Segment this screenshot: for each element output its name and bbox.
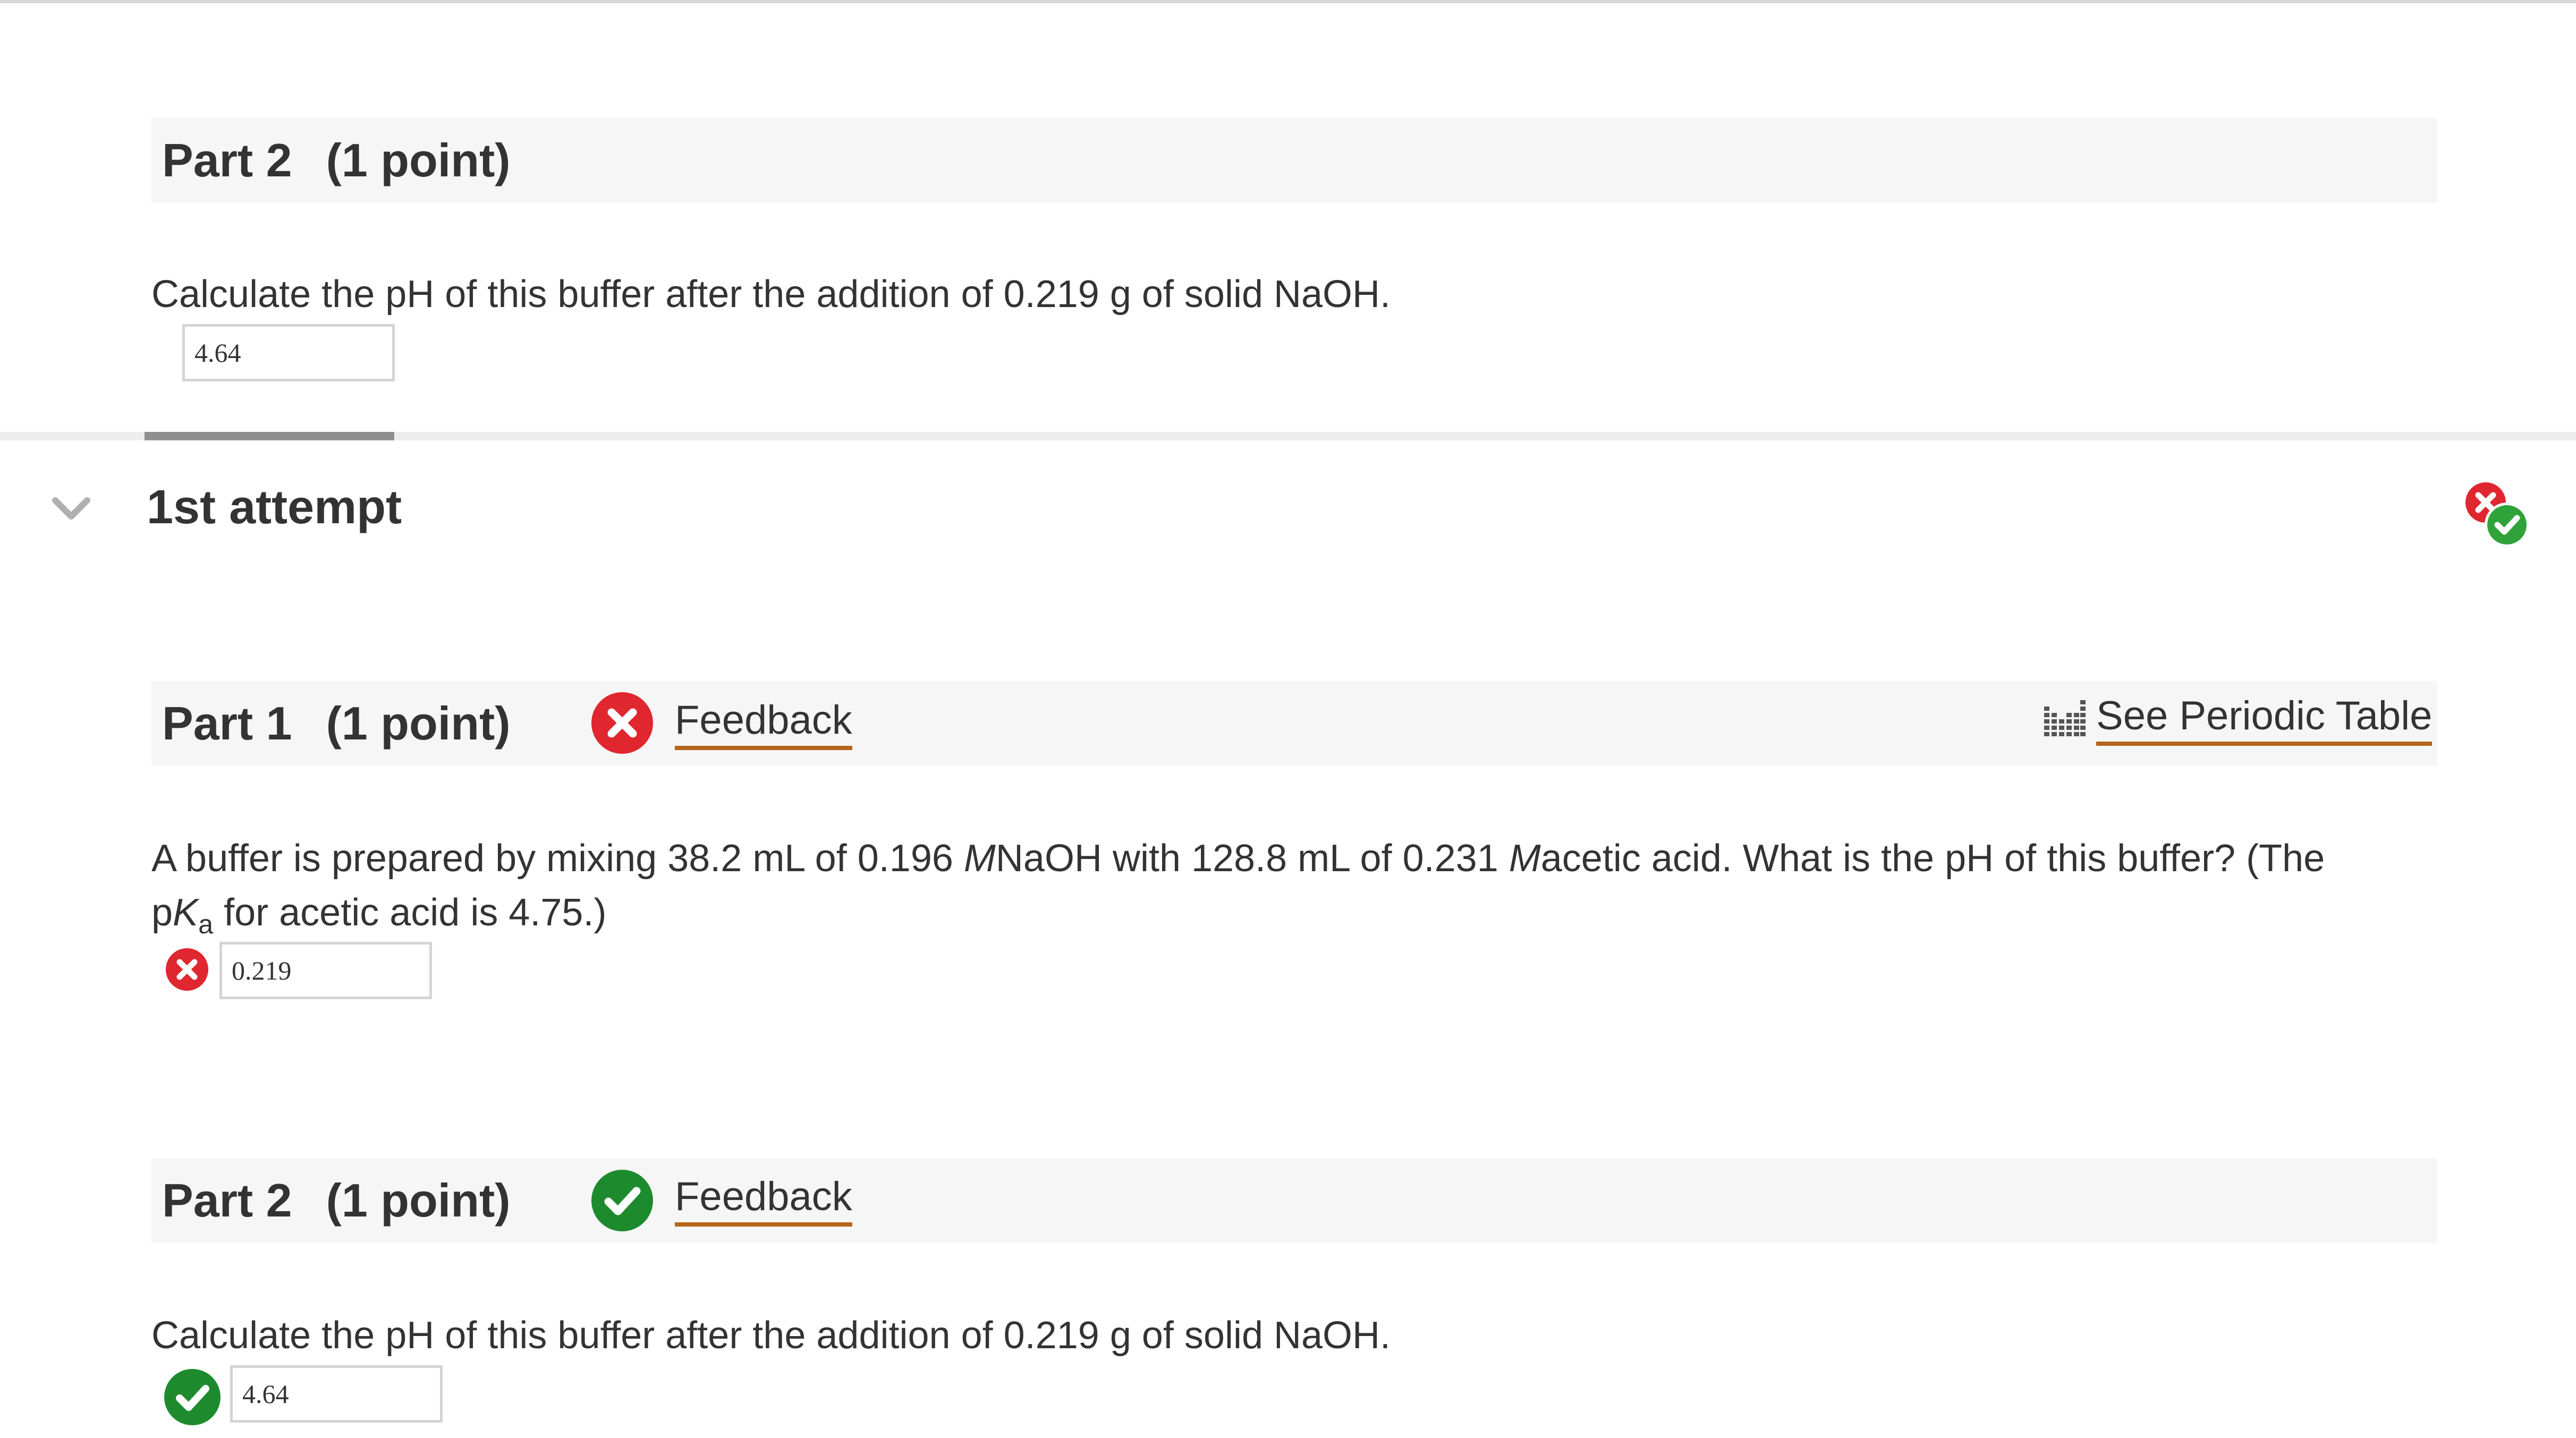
molarity-unit: M <box>963 837 996 880</box>
part-title: Part 2 (1 point) <box>162 118 511 203</box>
question-text-line1: A buffer is prepared by mixing 38.2 mL o… <box>151 831 2325 886</box>
feedback-link-part1[interactable]: Feedback <box>675 695 852 750</box>
part-points: (1 point) <box>326 134 511 186</box>
pka-subscript: a <box>198 909 214 940</box>
mixed-incorrect-correct-icon <box>2460 478 2535 552</box>
answer-input[interactable]: 4.64 <box>182 324 395 381</box>
question-text-segment: A buffer is prepared by mixing 38.2 mL o… <box>151 837 964 880</box>
part-label: Part 2 <box>162 1174 292 1227</box>
attempt-title: 1st attempt <box>147 481 402 534</box>
attempt-tab-indicator <box>145 432 394 440</box>
part-header-part1: Part 1 (1 point) <box>151 681 2437 766</box>
feedback-link-part2[interactable]: Feedback <box>675 1171 852 1227</box>
question-text: Calculate the pH of this buffer after th… <box>151 1314 1391 1357</box>
part-points: (1 point) <box>326 1174 511 1227</box>
part-label: Part 2 <box>162 134 292 186</box>
pka-k: K <box>173 891 199 934</box>
part-title: Part 2 (1 point) <box>162 1158 511 1243</box>
chevron-down-icon[interactable] <box>51 489 91 529</box>
question-text: Calculate the pH of this buffer after th… <box>151 273 1391 316</box>
incorrect-icon <box>591 692 653 754</box>
answer-input[interactable]: 0.219 <box>219 942 432 999</box>
top-divider <box>0 0 2576 3</box>
question-text-segment: acetic acid. What is the pH of this buff… <box>1540 837 2325 880</box>
question-text-segment: NaOH with 128.8 mL of 0.231 <box>995 837 1509 880</box>
question-text-segment: for acetic acid is 4.75.) <box>213 891 607 934</box>
correct-icon <box>164 1369 221 1425</box>
part-title: Part 1 (1 point) <box>162 681 511 766</box>
periodic-table-icon <box>2043 695 2086 737</box>
molarity-unit: M <box>1509 837 1541 880</box>
correct-icon <box>591 1170 653 1231</box>
part-label: Part 1 <box>162 697 292 750</box>
periodic-table-label: See Periodic Table <box>2096 691 2433 746</box>
part-points: (1 point) <box>326 697 511 750</box>
part-header-part2: Part 2 (1 point) <box>151 1158 2437 1243</box>
incorrect-icon <box>166 948 208 991</box>
part-header-top-part2: Part 2 (1 point) <box>151 118 2437 203</box>
answer-input[interactable]: 4.64 <box>230 1365 443 1423</box>
pka-p: p <box>151 891 173 934</box>
